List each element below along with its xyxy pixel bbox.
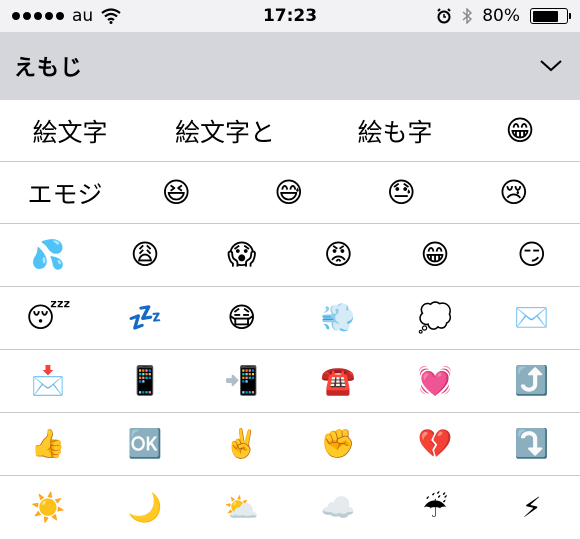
candidate-emoji[interactable]: 📲	[193, 367, 290, 395]
candidate-emoji[interactable]: 😏	[483, 241, 580, 269]
collapse-button[interactable]	[536, 51, 566, 81]
candidate-word[interactable]: エモジ	[10, 175, 120, 211]
candidate-emoji[interactable]: ☔	[387, 493, 484, 522]
candidate-row: エモジ 😆 😅 😓 😢	[0, 162, 580, 224]
battery-percent: 80%	[482, 6, 520, 26]
candidate-emoji[interactable]: 🆗	[97, 430, 194, 458]
status-left: au	[12, 6, 121, 26]
candidate-emoji[interactable]: 🌙	[97, 493, 194, 522]
candidate-emoji[interactable]: ☀️	[0, 493, 97, 522]
candidate-emoji[interactable]: ⛅	[193, 493, 290, 522]
candidate-emoji[interactable]: 📩	[0, 367, 97, 395]
candidate-row: 😴 💤 😷 💨 💭 ✉️	[0, 287, 580, 350]
candidate-emoji[interactable]: 😁	[387, 241, 484, 269]
candidate-emoji[interactable]: 💭	[387, 304, 484, 332]
candidate-emoji[interactable]: 😅	[233, 178, 346, 207]
battery-level	[532, 10, 559, 22]
candidate-emoji[interactable]: ⤴️	[483, 367, 580, 395]
candidate-emoji[interactable]: 💓	[387, 367, 484, 395]
candidate-emoji[interactable]: 📱	[97, 367, 194, 395]
candidate-grid: 絵文字 絵文字と 絵も字 😁 エモジ 😆 😅 😓 😢 💦 😩 😱 😡 😁 😏 😴…	[0, 100, 580, 539]
chevron-down-icon	[540, 60, 562, 72]
carrier-label: au	[72, 6, 94, 26]
candidate-row: 💦 😩 😱 😡 😁 😏	[0, 224, 580, 287]
alarm-icon	[437, 8, 451, 24]
bluetooth-icon	[462, 8, 473, 24]
candidate-emoji[interactable]: 😓	[345, 178, 458, 207]
candidate-word[interactable]: 絵文字	[10, 113, 130, 149]
candidate-word[interactable]: 絵も字	[320, 113, 470, 149]
candidate-emoji[interactable]: 💔	[387, 430, 484, 458]
candidate-emoji[interactable]: ☎️	[290, 367, 387, 395]
signal-strength-icon	[12, 12, 64, 20]
candidate-emoji[interactable]: 😢	[458, 178, 571, 207]
candidate-row: 絵文字 絵文字と 絵も字 😁	[0, 100, 580, 162]
candidate-emoji[interactable]: 💤	[97, 304, 194, 332]
candidate-row: ☀️ 🌙 ⛅ ☁️ ☔ ⚡	[0, 476, 580, 539]
candidate-emoji[interactable]: 👍	[0, 430, 97, 458]
candidate-emoji[interactable]: 😡	[290, 241, 387, 269]
candidate-row: 📩 📱 📲 ☎️ 💓 ⤴️	[0, 350, 580, 413]
candidate-row: 👍 🆗 ✌️ ✊ 💔 ⤵️	[0, 413, 580, 476]
candidate-emoji[interactable]: ☁️	[290, 493, 387, 522]
status-right: 80%	[436, 6, 571, 26]
candidate-emoji[interactable]: 😆	[120, 178, 233, 207]
candidate-emoji[interactable]: 😩	[97, 241, 194, 269]
candidate-emoji[interactable]: 😱	[193, 241, 290, 269]
candidate-emoji[interactable]: ✉️	[483, 304, 580, 332]
candidate-emoji[interactable]: 💨	[290, 304, 387, 332]
candidate-emoji[interactable]: ✊	[290, 430, 387, 458]
candidate-emoji[interactable]: ⤵️	[483, 430, 580, 458]
wifi-icon	[101, 8, 121, 24]
candidate-emoji[interactable]: 😷	[193, 304, 290, 332]
candidate-emoji[interactable]: 😁	[470, 116, 570, 145]
candidate-word[interactable]: 絵文字と	[130, 113, 320, 149]
input-reading: えもじ	[14, 56, 84, 81]
candidate-header: えもじ	[0, 32, 580, 100]
candidate-emoji[interactable]: ⚡	[483, 493, 580, 522]
battery-icon	[530, 8, 571, 24]
candidate-emoji[interactable]: 😴	[0, 304, 97, 332]
candidate-emoji[interactable]: 💦	[0, 241, 97, 269]
status-bar: au 17:23 80%	[0, 0, 580, 32]
candidate-emoji[interactable]: ✌️	[193, 430, 290, 458]
